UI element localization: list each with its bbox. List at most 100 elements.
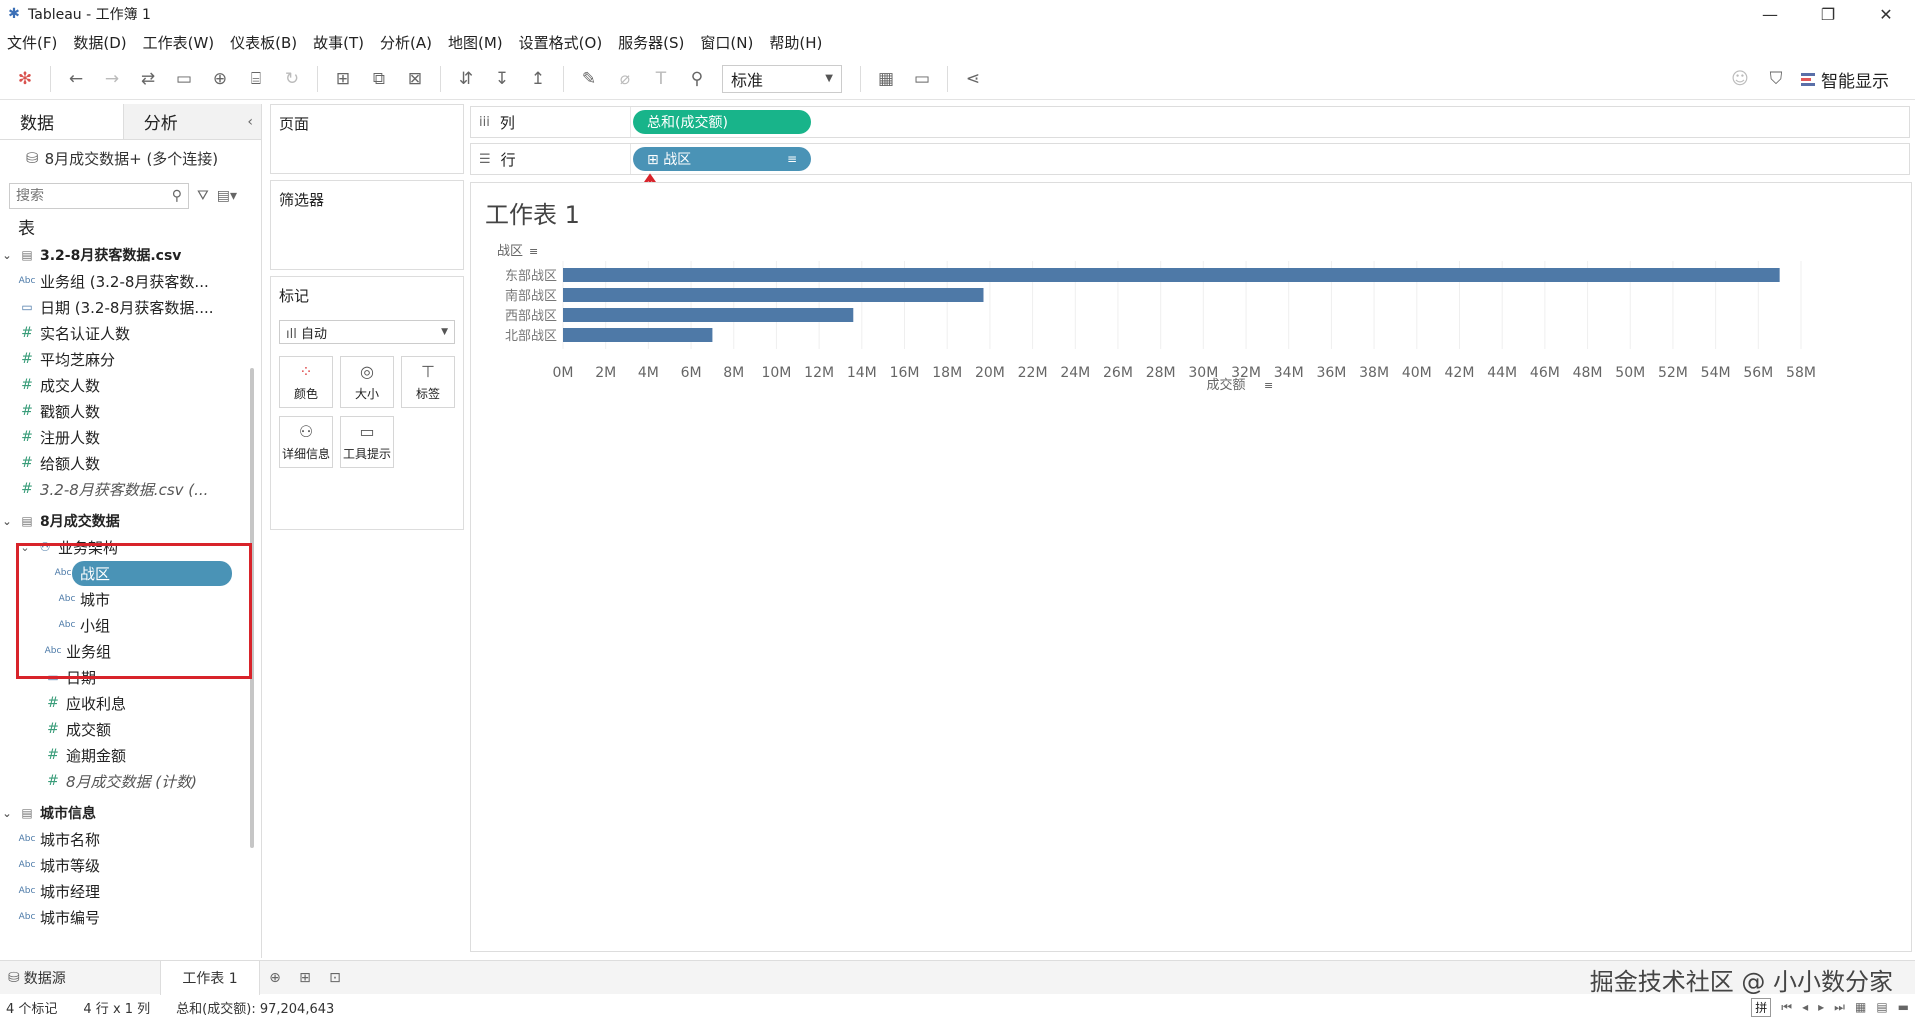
menu-window[interactable]: 窗口(N) [700, 32, 753, 53]
filters-card[interactable]: 筛选器 [270, 180, 464, 270]
fit-select[interactable]: 标准 ▼ [722, 64, 842, 93]
table-header[interactable]: ⌄ ▤ 城市信息 [0, 800, 261, 826]
ime-icon[interactable]: 拼 [1751, 997, 1772, 1017]
swap-icon[interactable]: ⇄ [137, 68, 159, 90]
tableau-start-icon[interactable]: ✻ [14, 68, 36, 90]
field-item[interactable]: # 逾期金额 [0, 742, 261, 768]
presentation-icon[interactable]: ▭ [911, 68, 933, 90]
format-painter-icon[interactable]: ⛉ [1765, 68, 1787, 90]
field-item[interactable]: Abc 城市名称 [0, 826, 261, 852]
size-button[interactable]: ◎ 大小 [340, 356, 394, 408]
field-item[interactable]: #3.2-8月获客数据.csv (... [0, 476, 261, 502]
sort-icon[interactable]: ≡ [1264, 379, 1273, 392]
field-item[interactable]: Abc 业务组 (3.2-8月获客数... [0, 268, 261, 294]
show-cards-icon[interactable]: ▦ [875, 68, 897, 90]
refresh-icon[interactable]: ↻ [281, 68, 303, 90]
chevron-down-icon[interactable]: ⌄ [0, 249, 14, 262]
field-item[interactable]: # 戳额人数 [0, 398, 261, 424]
menu-worksheet[interactable]: 工作表(W) [143, 32, 215, 53]
bar[interactable] [563, 328, 713, 342]
search-input[interactable] [16, 188, 156, 204]
minimize-icon[interactable]: — [1741, 0, 1799, 28]
bar[interactable] [563, 268, 1780, 282]
mark-type-select[interactable]: ıll 自动 ▼ [279, 320, 455, 344]
search-box[interactable]: ⚲ [9, 183, 189, 209]
new-dashboard-icon[interactable]: ⊞ [290, 961, 320, 995]
category-label[interactable]: 西部战区 [505, 309, 557, 324]
close-icon[interactable]: ✕ [1857, 0, 1915, 28]
bar[interactable] [563, 288, 984, 302]
sort-descending-icon[interactable]: ↥ [527, 68, 549, 90]
swap-rows-columns-icon[interactable]: ⇵ [455, 68, 477, 90]
smart-show-button[interactable]: 智能显示 [1801, 67, 1889, 92]
tabs-view-icon[interactable]: ▬ [1898, 1000, 1909, 1014]
last-sheet-icon[interactable]: ⏭ [1834, 1000, 1845, 1015]
rows-pill[interactable]: ⊞ 战区 ≡ [633, 147, 811, 171]
new-datasource-icon[interactable]: ⊕ [209, 68, 231, 90]
undo-icon[interactable]: ← [65, 68, 87, 90]
table-header[interactable]: ⌄ ▤ 8月成交数据 [0, 508, 261, 534]
field-item-selected[interactable]: Abc 战区 [0, 560, 261, 586]
duplicate-sheet-icon[interactable]: ⧉ [368, 68, 390, 90]
chevron-down-icon[interactable]: ⌄ [0, 515, 14, 528]
field-item[interactable]: # 平均芝麻分 [0, 346, 261, 372]
filmstrip-icon[interactable]: ▤ [1876, 1000, 1887, 1014]
field-item[interactable]: ▭ 日期 [0, 664, 261, 690]
sheet-sorter-icon[interactable]: ▦ [1855, 1000, 1866, 1014]
first-sheet-icon[interactable]: ⏮ [1781, 1000, 1792, 1015]
group-icon[interactable]: ⌀ [614, 68, 636, 90]
share-icon[interactable]: ⋖ [962, 68, 984, 90]
view-options-icon[interactable]: ▤▾ [217, 188, 237, 204]
x-axis-label[interactable]: 成交额 [1206, 377, 1245, 393]
menu-help[interactable]: 帮助(H) [769, 32, 822, 53]
chevron-down-icon[interactable]: ⌄ [18, 541, 32, 554]
field-item[interactable]: # 给额人数 [0, 450, 261, 476]
detail-button[interactable]: ⚇ 详细信息 [279, 416, 333, 468]
y-axis-header[interactable]: 战区 [497, 244, 523, 259]
field-item[interactable]: # 应收利息 [0, 690, 261, 716]
tooltip-button[interactable]: ▭ 工具提示 [340, 416, 394, 468]
field-item[interactable]: # 实名认证人数 [0, 320, 261, 346]
columns-shelf[interactable]: iii 列 总和(成交额) [470, 106, 1910, 138]
sheet-tab[interactable]: 工作表 1 [160, 960, 260, 995]
new-story-icon[interactable]: ⊡ [320, 961, 350, 995]
menu-map[interactable]: 地图(M) [448, 32, 503, 53]
hierarchy-item[interactable]: ⌄ ⚇ 业务架构 [0, 534, 261, 560]
table-header[interactable]: ⌄ ▤ 3.2-8月获客数据.csv [0, 242, 261, 268]
columns-pill[interactable]: 总和(成交额) [633, 110, 811, 134]
field-item[interactable]: # 注册人数 [0, 424, 261, 450]
pages-card[interactable]: 页面 [270, 104, 464, 174]
label-button[interactable]: ⊤ 标签 [401, 356, 455, 408]
highlight-icon[interactable]: ✎ [578, 68, 600, 90]
tab-data[interactable]: 数据 [0, 104, 124, 139]
menu-dashboard[interactable]: 仪表板(B) [230, 32, 297, 53]
field-item[interactable]: Abc 城市 [0, 586, 261, 612]
prev-sheet-icon[interactable]: ◂ [1802, 1000, 1808, 1014]
menu-format[interactable]: 设置格式(O) [519, 32, 603, 53]
bar[interactable] [563, 308, 854, 322]
field-item[interactable]: #8月成交数据 (计数) [0, 768, 261, 794]
new-worksheet-icon[interactable]: ⊞ [332, 68, 354, 90]
sort-icon[interactable]: ≡ [529, 245, 538, 258]
category-label[interactable]: 北部战区 [505, 329, 557, 344]
menu-story[interactable]: 故事(T) [313, 32, 364, 53]
datasource-tab[interactable]: ⛁ 数据源 [0, 961, 160, 995]
field-item[interactable]: # 成交额 [0, 716, 261, 742]
field-item[interactable]: Abc 小组 [0, 612, 261, 638]
pin-icon[interactable]: ⚲ [686, 68, 708, 90]
redo-icon[interactable]: → [101, 68, 123, 90]
field-item[interactable]: # 成交人数 [0, 372, 261, 398]
field-item[interactable]: Abc 城市等级 [0, 852, 261, 878]
menu-data[interactable]: 数据(D) [73, 32, 126, 53]
chevron-down-icon[interactable]: ⌄ [0, 807, 14, 820]
menu-server[interactable]: 服务器(S) [618, 32, 684, 53]
clear-sheet-icon[interactable]: ⊠ [404, 68, 426, 90]
menu-file[interactable]: 文件(F) [7, 32, 57, 53]
color-button[interactable]: ⁘ 颜色 [279, 356, 333, 408]
filter-icon[interactable]: ⛛ [197, 188, 209, 204]
field-item[interactable]: Abc 业务组 [0, 638, 261, 664]
category-label[interactable]: 东部战区 [505, 269, 557, 284]
save-icon[interactable]: ▭ [173, 68, 195, 90]
rows-shelf[interactable]: ☰ 行 ⊞ 战区 ≡ [470, 143, 1910, 175]
new-worksheet-icon[interactable]: ⊕ [260, 961, 290, 995]
